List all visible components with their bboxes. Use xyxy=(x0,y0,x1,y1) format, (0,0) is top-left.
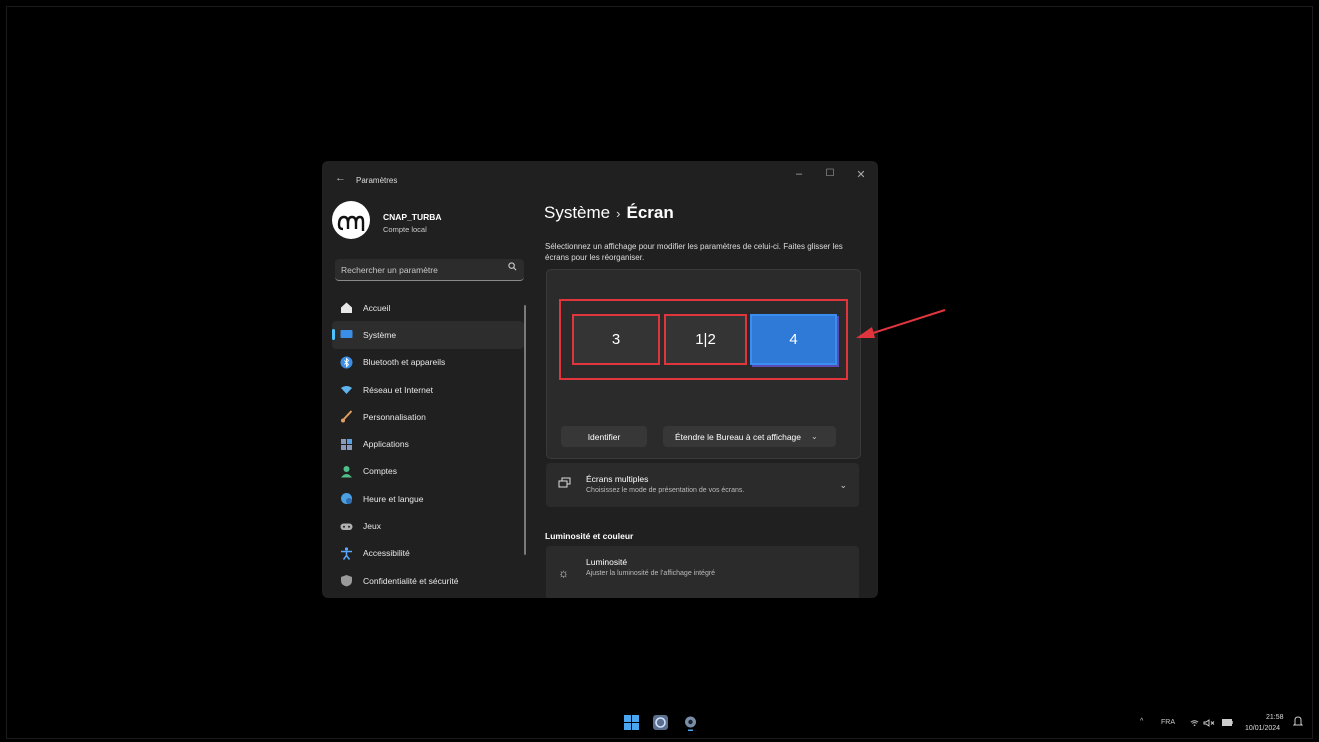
shield-icon xyxy=(340,574,353,587)
bluetooth-icon xyxy=(340,356,353,369)
page-title: Système › Écran xyxy=(544,203,674,223)
sidebar-nav: Accueil Système Bluetooth et appareils Rése… xyxy=(332,294,524,594)
wifi-icon xyxy=(340,383,353,396)
breadcrumb-current: Écran xyxy=(626,203,674,222)
display-description: Sélectionnez un affichage pour modifier … xyxy=(545,242,843,262)
sidebar-item-label: Bluetooth et appareils xyxy=(363,357,446,368)
sidebar-item-1[interactable]: Accueil xyxy=(332,294,524,321)
volume-muted-icon[interactable] xyxy=(1203,719,1215,729)
wifi-icon[interactable] xyxy=(1190,719,1199,729)
clock-time[interactable]: 21:58 xyxy=(1266,714,1284,721)
annotation-arrow-icon xyxy=(856,309,946,338)
monitor-3[interactable]: 3 xyxy=(572,314,660,365)
sidebar-item-label: Accueil xyxy=(363,302,391,313)
multiple-displays-icon xyxy=(558,477,571,492)
globe-clock-icon xyxy=(340,492,353,505)
user-name: CNAP_TURBA xyxy=(383,212,442,222)
apps-icon xyxy=(340,438,353,451)
person-icon xyxy=(340,465,353,478)
sidebar-item-4[interactable]: Réseau et Internet xyxy=(332,376,524,403)
sidebar-item-label: Accessibilité xyxy=(363,548,410,559)
sidebar-item-7[interactable]: Comptes xyxy=(332,458,524,485)
clock-date[interactable]: 10/01/2024 xyxy=(1245,725,1280,732)
sidebar-item-label: Heure et langue xyxy=(363,493,424,504)
language-indicator[interactable]: FRA xyxy=(1161,719,1175,726)
cnap-logo-icon xyxy=(337,215,365,231)
brightness-title: Luminosité xyxy=(586,557,628,567)
sun-icon: ☼ xyxy=(558,566,569,580)
search-input[interactable]: Rechercher un paramètre xyxy=(335,259,524,281)
multiple-displays-card[interactable]: Écrans multiples Choisissez le mode de p… xyxy=(546,463,859,507)
settings-gear-icon[interactable] xyxy=(682,714,699,731)
sidebar-item-label: Comptes xyxy=(363,466,398,477)
title-bar: ← Paramètres – ☐ ✕ xyxy=(322,161,878,195)
sidebar-scrollbar[interactable] xyxy=(524,305,526,555)
monitor-arrangement-area: 3 1|2 4 xyxy=(559,299,848,380)
brightness-color-heading: Luminosité et couleur xyxy=(545,531,634,541)
avatar[interactable] xyxy=(332,201,370,239)
sidebar-item-label: Confidentialité et sécurité xyxy=(363,575,459,586)
sidebar-item-9[interactable]: Jeux xyxy=(332,512,524,539)
sidebar-item-11[interactable]: Confidentialité et sécurité xyxy=(332,567,524,594)
multiple-displays-title: Écrans multiples xyxy=(586,474,649,484)
sidebar-item-5[interactable]: Personnalisation xyxy=(332,403,524,430)
sidebar-item-8[interactable]: Heure et langue xyxy=(332,485,524,512)
multiple-displays-subtitle: Choisissez le mode de présentation de vo… xyxy=(586,487,745,494)
settings-window: ← Paramètres – ☐ ✕ CNAP_TURBA Compte loc… xyxy=(322,161,878,598)
window-title: Paramètres xyxy=(356,176,398,185)
sidebar-item-label: Système xyxy=(363,329,397,340)
display-arrangement-card: 3 1|2 4 Identifier Étendre le Bureau à c… xyxy=(546,269,861,459)
brightness-subtitle: Ajuster la luminosité de l’affichage int… xyxy=(586,570,716,577)
search-placeholder: Rechercher un paramètre xyxy=(341,265,438,275)
breadcrumb-separator: › xyxy=(616,206,621,221)
chevron-down-icon[interactable]: ⌄ xyxy=(839,480,847,491)
chevron-down-icon: ⌄ xyxy=(811,432,818,441)
extend-desktop-dropdown[interactable]: Étendre le Bureau à cet affichage ⌄ xyxy=(663,426,836,447)
battery-icon[interactable] xyxy=(1222,719,1233,728)
accessibility-icon xyxy=(340,547,353,560)
sidebar-item-6[interactable]: Applications xyxy=(332,430,524,457)
search-icon[interactable] xyxy=(508,262,517,273)
sidebar-item-3[interactable]: Bluetooth et appareils xyxy=(332,349,524,376)
back-arrow-icon[interactable]: ← xyxy=(335,172,346,184)
sidebar-item-label: Jeux xyxy=(363,521,381,532)
tray-overflow-chevron-icon[interactable]: ^ xyxy=(1140,718,1143,725)
monitor-4[interactable]: 4 xyxy=(750,314,837,365)
maximize-button[interactable]: ☐ xyxy=(820,168,840,179)
sidebar-item-label: Réseau et Internet xyxy=(363,384,433,395)
monitor-1-2[interactable]: 1|2 xyxy=(664,314,747,365)
sidebar-item-10[interactable]: Accessibilité xyxy=(332,540,524,567)
browser-icon[interactable] xyxy=(652,714,669,731)
breadcrumb-parent[interactable]: Système xyxy=(544,203,610,222)
identify-button[interactable]: Identifier xyxy=(561,426,647,447)
notification-bell-icon[interactable] xyxy=(1292,716,1304,729)
gamepad-icon xyxy=(340,520,353,533)
sidebar-item-label: Personnalisation xyxy=(363,411,426,422)
account-type: Compte local xyxy=(383,225,427,234)
display-icon xyxy=(340,328,353,341)
sidebar-item-2[interactable]: Système xyxy=(332,321,524,349)
brush-icon xyxy=(340,410,353,423)
close-button[interactable]: ✕ xyxy=(851,168,871,181)
windows-start-icon[interactable] xyxy=(623,714,640,731)
minimize-button[interactable]: – xyxy=(789,168,809,180)
home-icon xyxy=(340,301,353,314)
sidebar-item-label: Applications xyxy=(363,439,409,450)
extend-desktop-label: Étendre le Bureau à cet affichage xyxy=(675,431,802,442)
brightness-card[interactable]: ☼ Luminosité Ajuster la luminosité de l’… xyxy=(546,546,859,598)
